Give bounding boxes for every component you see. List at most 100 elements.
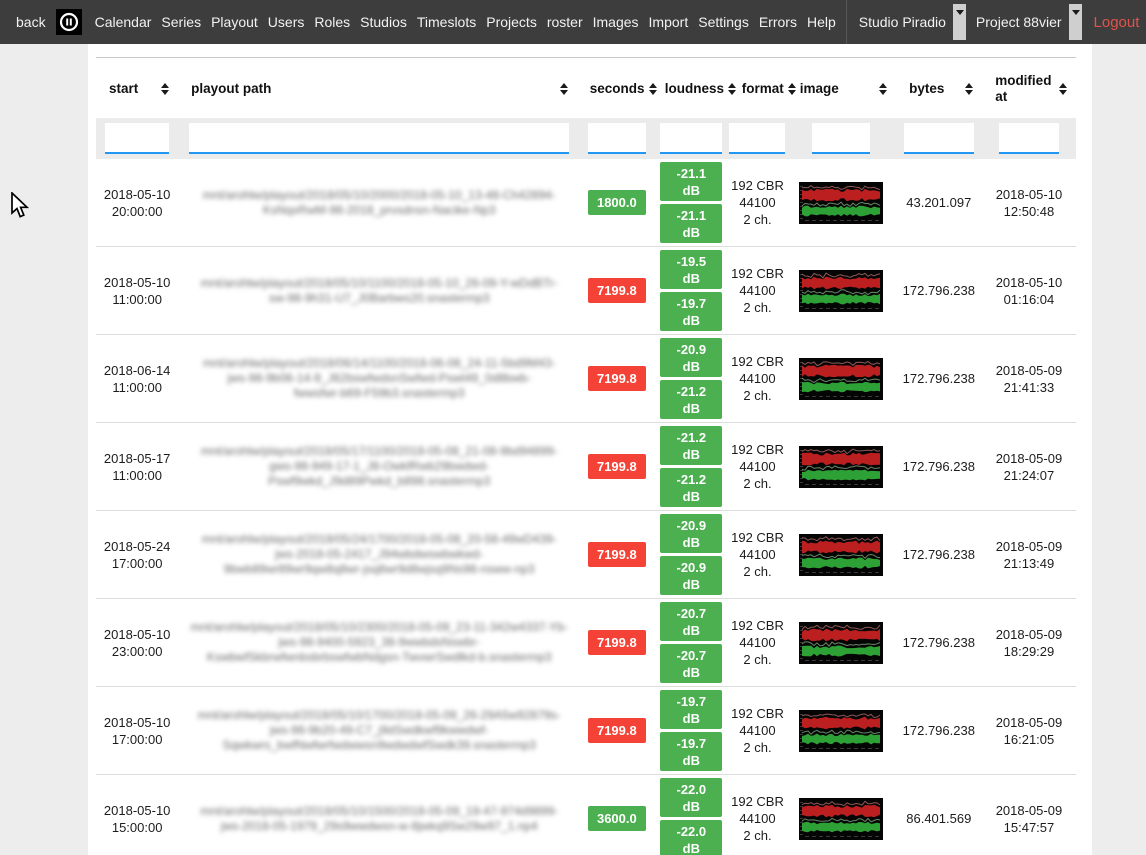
cell-format: 192 CBR441002 ch. [729,353,786,404]
nav-item-playout[interactable]: Playout [206,14,263,30]
table-filter-row [96,118,1076,159]
start-date: 2018-06-14 [96,362,178,379]
loudness-badge: -20.9 dB [660,556,722,595]
project-select[interactable]: Project 88vier [972,4,1082,40]
column-header-img[interactable]: image [787,79,896,99]
waveform-thumbnail[interactable] [799,534,883,576]
modified-date: 2018-05-09 [982,450,1076,467]
filter-input-path[interactable] [189,123,569,154]
studio-select[interactable]: Studio Piradio [855,4,966,40]
waveform-thumbnail[interactable] [799,710,883,752]
loudness-badge: -19.7 dB [660,292,722,331]
column-header-mod[interactable]: modified at [982,73,1076,105]
filter-input-img[interactable] [812,123,870,154]
sort-icon[interactable] [560,79,568,99]
filter-input-loud[interactable] [660,123,722,154]
start-time: 15:00:00 [96,819,178,836]
waveform-thumbnail[interactable] [799,446,883,488]
path-line: Pswf9wkd_J9d89Pwkd_b898.snastermp3 [184,474,574,489]
cell-seconds: 7199.8 [580,630,654,655]
waveform-thumbnail[interactable] [799,798,883,840]
waveform-thumbnail[interactable] [799,270,883,312]
cell-modified-at: 2018-05-0921:41:33 [982,362,1076,396]
filter-cell-bytes [896,123,982,154]
format-line: 2 ch. [729,211,786,228]
column-header-loud[interactable]: loudness [652,79,729,99]
filter-input-fmt[interactable] [729,123,785,154]
cell-image [786,613,896,673]
start-date: 2018-05-10 [96,802,178,819]
nav-item-settings[interactable]: Settings [693,14,754,30]
path-line: sw-98-9h31-U7_J0Barbws20.snastermp3 [184,291,574,306]
loudness-badge: -21.2 dB [660,426,722,465]
filter-input-sec[interactable] [588,123,646,154]
loudness-badge: -20.9 dB [660,338,722,377]
content-panel: startplayout path seconds loudnessformat im… [88,44,1092,855]
filter-input-bytes[interactable] [904,123,974,154]
cell-start: 2018-05-1011:00:00 [96,274,178,308]
path-line: fwwsfwr-b69-F59b3.snastermp3 [184,386,574,401]
filter-input-start[interactable] [105,123,169,154]
column-header-path[interactable]: playout path [178,79,577,99]
modified-date: 2018-05-09 [982,802,1076,819]
nav-item-roles[interactable]: Roles [309,14,355,30]
column-header-fmt[interactable]: format [729,79,787,99]
column-header-bytes[interactable]: bytes [896,79,982,99]
modified-time: 21:41:33 [982,379,1076,396]
logout-link[interactable]: Logout [1085,14,1146,31]
nav-item-errors[interactable]: Errors [754,14,802,30]
cell-seconds: 3600.0 [580,806,654,831]
piradio-logo-icon[interactable] [56,9,82,35]
loudness-badge: -19.5 dB [660,250,722,289]
cell-loudness: -20.9 dB-21.2 dB [654,335,729,422]
cell-playout-path: mnt/arohlw/playout/2018/05/10/1100/2018-… [178,276,580,306]
cell-image [786,525,896,585]
format-line: 44100 [729,458,786,475]
modified-date: 2018-05-09 [982,362,1076,379]
loudness-badge: -19.7 dB [660,732,722,771]
nav-item-users[interactable]: Users [263,14,310,30]
nav-item-series[interactable]: Series [156,14,206,30]
chevron-down-icon[interactable] [953,4,966,40]
playout-table: startplayout path seconds loudnessformat im… [96,57,1076,855]
cell-format: 192 CBR441002 ch. [729,793,786,844]
sort-icon[interactable] [161,79,169,99]
column-label: seconds [590,81,645,97]
path-line: mnt/arohlw/playout/2018/05/10/1100/2018-… [184,276,574,291]
waveform-thumbnail[interactable] [799,182,883,224]
nav-item-calendar[interactable]: Calendar [90,14,157,30]
cell-bytes: 172.796.238 [896,634,982,651]
nav-item-timeslots[interactable]: Timeslots [412,14,481,30]
nav-item-studios[interactable]: Studios [355,14,412,30]
nav-item-help[interactable]: Help [802,14,841,30]
cell-bytes: 172.796.238 [896,546,982,563]
filter-input-mod[interactable] [999,123,1059,154]
chevron-down-icon[interactable] [1069,4,1082,40]
path-line: 9bwb89wr89wr9qw8q8wr-jsq8wr9d8wjsq9Ns98-… [184,562,574,577]
nav-item-projects[interactable]: Projects [481,14,542,30]
sort-icon[interactable] [1059,79,1067,99]
sort-icon[interactable] [965,79,973,99]
nav-item-roster[interactable]: roster [542,14,588,30]
nav-item-images[interactable]: Images [588,14,644,30]
format-line: 192 CBR [729,177,786,194]
nav-item-import[interactable]: Import [644,14,694,30]
column-label: image [800,81,839,97]
cell-bytes: 172.796.238 [896,722,982,739]
cell-modified-at: 2018-05-0921:24:07 [982,450,1076,484]
sort-up-arrow [879,79,887,88]
modified-time: 21:24:07 [982,467,1076,484]
seconds-badge: 7199.8 [588,542,646,567]
sort-up-arrow [161,79,169,88]
cell-modified-at: 2018-05-1012:50:48 [982,186,1076,220]
waveform-thumbnail[interactable] [799,358,883,400]
loudness-badge: -20.7 dB [660,602,722,641]
sort-icon[interactable] [879,79,887,99]
column-header-sec[interactable]: seconds [577,79,652,99]
mouse-cursor [8,192,32,225]
waveform-thumbnail[interactable] [799,622,883,664]
path-line: mnt/arohlw/playout/2018/05/10/1700/2018-… [184,708,574,723]
column-header-start[interactable]: start [96,79,178,99]
back-link[interactable]: back [0,14,54,30]
format-line: 44100 [729,546,786,563]
